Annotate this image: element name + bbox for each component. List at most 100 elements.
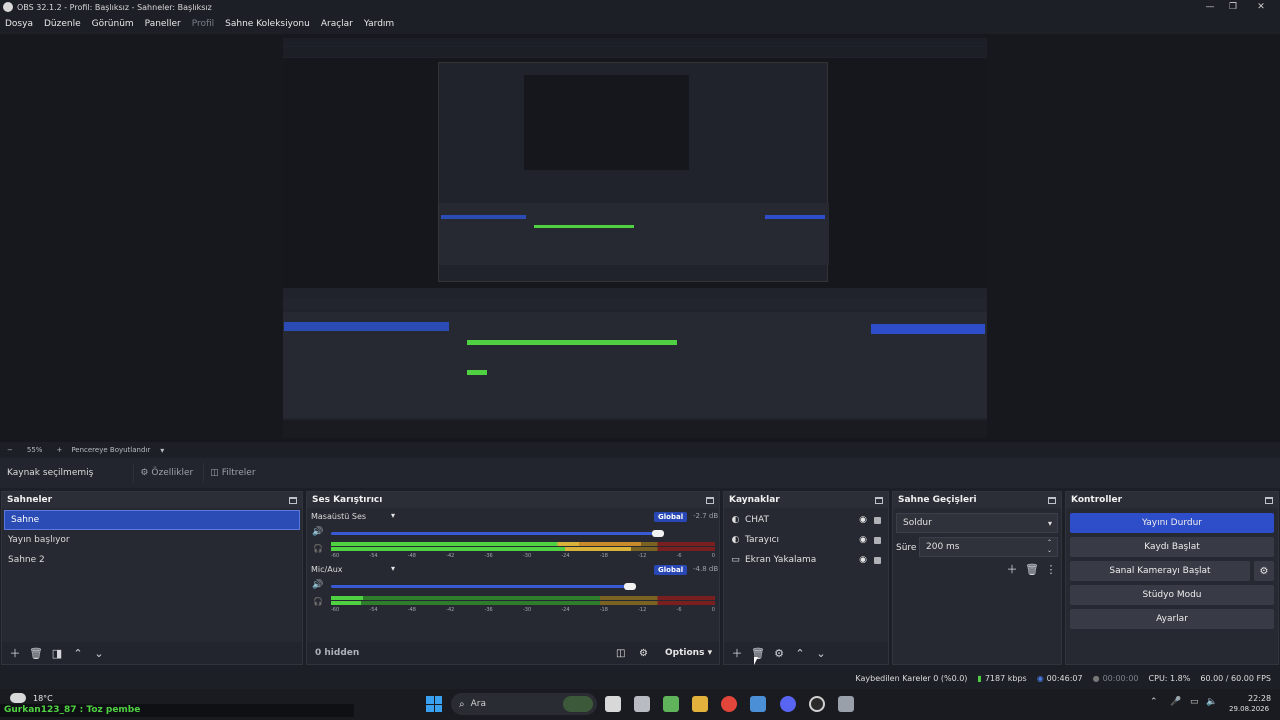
discord-icon[interactable] [780, 696, 796, 712]
layout-icon[interactable]: ◫ [616, 648, 625, 659]
menu-item-file[interactable]: Dosya [5, 19, 33, 29]
fit-window-label[interactable]: Pencereye Boyutlandır [71, 446, 150, 454]
menu-item-view[interactable]: Görünüm [92, 19, 134, 29]
speaker-icon[interactable]: 🔊 [312, 580, 323, 590]
undock-icon[interactable] [875, 496, 883, 504]
duration-spinbox[interactable]: 200 ms ⌃ ⌄ [919, 537, 1058, 557]
advanced-audio-icon[interactable]: ⚙ [639, 648, 648, 659]
nvidia-icon[interactable] [663, 696, 679, 712]
lock-icon[interactable] [874, 516, 881, 524]
undock-icon[interactable] [289, 496, 297, 504]
sources-dock: Kaynaklar ◐ CHAT ◉ ◐ Tarayıcı ◉ ▭ Ekran … [723, 491, 889, 665]
spin-arrows-icon[interactable]: ⌃ ⌄ [1047, 539, 1052, 555]
scene-item[interactable]: Yayın başlıyor [2, 530, 302, 550]
clock-time[interactable]: 22:28 [1248, 694, 1271, 703]
gear-icon[interactable]: ⚙ [1254, 561, 1274, 581]
speaker-icon[interactable]: 🔊 [312, 527, 323, 537]
cursor-icon [754, 657, 758, 665]
microphone-icon[interactable]: 🎤 [1170, 697, 1181, 707]
undock-icon[interactable] [706, 496, 714, 504]
nested-docks-row [283, 312, 987, 418]
app-icon[interactable] [634, 696, 650, 712]
lock-icon[interactable] [874, 556, 881, 564]
eye-icon[interactable]: ◉ [859, 535, 867, 545]
menu-item-edit[interactable]: Düzenle [44, 19, 81, 29]
filters-button[interactable]: ◫ Filtreler [203, 463, 261, 483]
tick-label: -30 [522, 607, 532, 613]
scene-item[interactable]: Sahne 2 [2, 550, 302, 570]
source-item[interactable]: ◐ Tarayıcı ◉ [724, 530, 888, 550]
nested-taskbar [283, 420, 987, 438]
source-item[interactable]: ◐ CHAT ◉ [724, 510, 888, 530]
maximize-button[interactable]: ❐ [1218, 0, 1248, 14]
level-meter [331, 542, 641, 546]
add-transition-button[interactable]: ＋ [1003, 560, 1021, 578]
obs-icon[interactable] [809, 696, 825, 712]
start-virtual-camera-button[interactable]: Sanal Kamerayı Başlat [1070, 561, 1250, 581]
gear-icon[interactable]: ⚙ [770, 644, 788, 662]
scene-filters-icon[interactable]: ◨ [48, 644, 66, 662]
volume-knob[interactable] [652, 530, 664, 537]
menu-item-scene-collection[interactable]: Sahne Koleksiyonu [225, 19, 310, 29]
headphones-icon[interactable]: 🎧 [313, 597, 323, 606]
source-item[interactable]: ▭ Ekran Yakalama ◉ [724, 550, 888, 570]
stop-streaming-button[interactable]: Yayını Durdur [1070, 513, 1274, 533]
trash-icon[interactable]: 🗑 [27, 644, 45, 662]
zoom-in-button[interactable]: + [56, 446, 62, 454]
options-button[interactable]: Options ▾ [665, 648, 712, 658]
file-explorer-icon[interactable] [692, 696, 708, 712]
menu-item-help[interactable]: Yardım [364, 19, 394, 29]
taskbar-search[interactable]: ⌕ Ara [451, 693, 597, 715]
headphones-icon[interactable]: 🎧 [313, 544, 323, 553]
chevron-down-icon[interactable]: ⌄ [812, 644, 830, 662]
add-scene-button[interactable]: ＋ [6, 644, 24, 662]
tick-label: -60 [331, 553, 340, 559]
source-name: Ekran Yakalama [745, 555, 817, 565]
display-icon[interactable]: ▭ [1190, 697, 1199, 707]
scene-item[interactable]: Sahne [4, 510, 300, 530]
chevron-up-icon[interactable]: ⌃ [69, 644, 87, 662]
eye-icon[interactable]: ◉ [859, 555, 867, 565]
chevron-down-icon[interactable]: ▾ [391, 511, 395, 520]
volume-slider[interactable] [331, 532, 657, 535]
settings-button[interactable]: Ayarlar [1070, 609, 1274, 629]
menu-item-tools[interactable]: Araçlar [321, 19, 353, 29]
chevron-down-icon[interactable]: ▾ [391, 564, 395, 573]
db-readout: -4.8 dB [693, 565, 719, 573]
volume-icon[interactable]: 🔈 [1206, 697, 1217, 707]
chrome-icon[interactable] [721, 696, 737, 712]
status-bar: Kaybedilen Kareler 0 (%0.0) ▮ 7187 kbps … [0, 667, 1280, 689]
studio-mode-button[interactable]: Stüdyo Modu [1070, 585, 1274, 605]
lock-icon[interactable] [874, 536, 881, 544]
app-icon[interactable] [838, 696, 854, 712]
add-source-button[interactable]: ＋ [728, 644, 746, 662]
volume-slider[interactable] [331, 585, 631, 588]
eye-icon[interactable]: ◉ [859, 515, 867, 525]
chevron-down-icon[interactable]: ⌄ [90, 644, 108, 662]
properties-button[interactable]: ⚙ Özellikler [133, 463, 199, 483]
close-button[interactable]: ✕ [1246, 0, 1276, 14]
start-recording-button[interactable]: Kaydı Başlat [1070, 537, 1274, 557]
chevron-up-icon[interactable]: ⌃ [791, 644, 809, 662]
preview-canvas[interactable] [283, 38, 987, 438]
task-view-icon[interactable] [605, 696, 621, 712]
controls-title: Kontroller [1071, 495, 1123, 505]
hidden-count[interactable]: 0 hidden [315, 648, 359, 658]
undock-icon[interactable] [1265, 496, 1273, 504]
transition-select[interactable]: Soldur ▾ [896, 513, 1058, 533]
trash-icon[interactable]: 🗑 [1023, 560, 1041, 578]
volume-knob[interactable] [624, 583, 636, 590]
app-icon[interactable] [750, 696, 766, 712]
menu-item-docks[interactable]: Paneller [145, 19, 181, 29]
chevron-up-icon[interactable]: ⌃ [1150, 697, 1158, 707]
clock-date[interactable]: 29.08.2026 [1229, 705, 1269, 713]
zoom-out-button[interactable]: − [7, 446, 13, 454]
windows-start-icon[interactable] [426, 696, 442, 712]
chevron-down-icon[interactable]: ▾ [160, 446, 164, 455]
undock-icon[interactable] [1048, 496, 1056, 504]
weather-temp[interactable]: 18°C [33, 694, 53, 703]
more-options-icon[interactable]: ⋮ [1042, 560, 1060, 578]
menu-item-profile[interactable]: Profil [192, 19, 214, 29]
weather-icon[interactable] [10, 693, 26, 703]
trash-icon[interactable]: 🗑 [749, 644, 767, 662]
